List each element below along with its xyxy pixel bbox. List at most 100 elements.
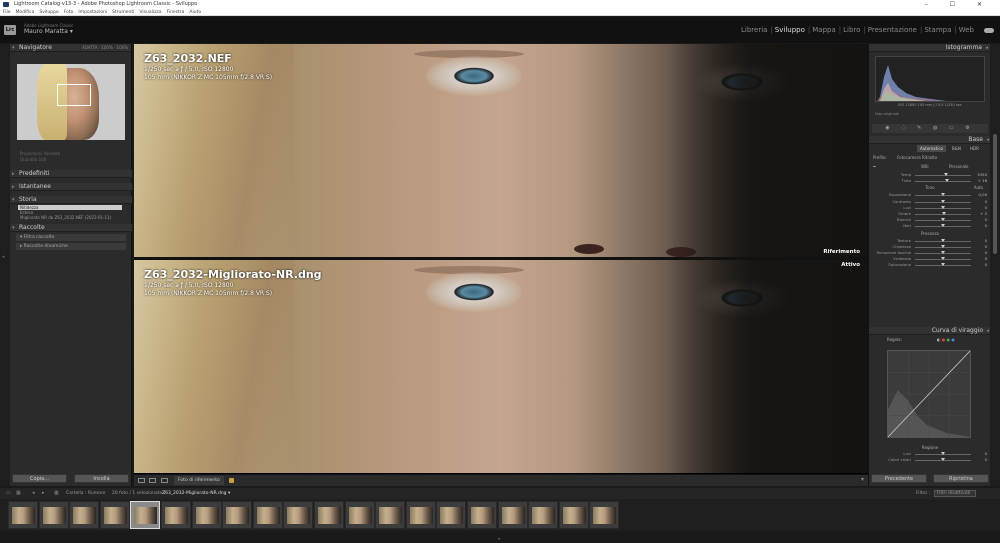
compare-viewer[interactable]: Z63_2032.NEF 1/250 sec a ƒ / 5,0, ISO 12… bbox=[134, 44, 868, 474]
filmstrip-thumbnail[interactable] bbox=[191, 501, 222, 529]
grid-icon[interactable]: ▦ bbox=[16, 488, 21, 499]
module-sviluppo[interactable]: Sviluppo bbox=[775, 26, 805, 34]
current-filename[interactable]: Z63_2032-Migliorato-NR.dng ▾ bbox=[162, 488, 230, 499]
compare-view-icon[interactable] bbox=[161, 478, 168, 483]
slider-knob[interactable] bbox=[941, 205, 945, 209]
tone-curve[interactable] bbox=[887, 350, 971, 438]
wb-eyedropper-icon[interactable]: ✒ bbox=[873, 162, 876, 172]
forward-icon[interactable]: ▸ bbox=[42, 488, 45, 499]
active-pane[interactable]: Z63_2032-Migliorato-NR.dng 1/250 sec a ƒ… bbox=[134, 260, 868, 473]
slider-value[interactable]: 0 bbox=[973, 223, 987, 229]
curve-channel-icons[interactable]: ◐ ● ● ● bbox=[937, 335, 955, 345]
slider-value[interactable]: 0,00 bbox=[973, 192, 987, 198]
menu-item[interactable]: Visualizza bbox=[139, 10, 161, 15]
slider-knob[interactable] bbox=[941, 211, 946, 215]
module-presentazione[interactable]: Presentazione bbox=[868, 26, 917, 34]
basic-header[interactable]: Base bbox=[869, 136, 991, 144]
mode-bw[interactable]: B&N bbox=[949, 145, 964, 152]
histogram-header[interactable]: Istogramma bbox=[869, 44, 990, 52]
module-libreria[interactable]: Libreria bbox=[741, 26, 767, 34]
slider-value[interactable]: + 16 bbox=[973, 178, 987, 184]
grid-view-icon[interactable]: ▦ bbox=[54, 488, 59, 499]
filmstrip-thumbnail[interactable] bbox=[497, 501, 528, 529]
slider-value[interactable]: 0 bbox=[973, 199, 987, 205]
slider-knob[interactable] bbox=[941, 199, 945, 203]
filmstrip-thumbnail[interactable] bbox=[222, 501, 253, 529]
lock-icon[interactable] bbox=[229, 478, 234, 483]
slider-knob[interactable] bbox=[941, 250, 945, 254]
previous-button[interactable]: Precedente bbox=[871, 474, 927, 483]
filmstrip-thumbnail[interactable] bbox=[161, 501, 191, 529]
profile-value[interactable]: Fotocamera Ritratto bbox=[897, 153, 937, 162]
filmstrip-thumbnail[interactable] bbox=[283, 501, 314, 529]
mode-hdr[interactable]: HDR bbox=[967, 145, 982, 152]
filmstrip-thumbnail[interactable] bbox=[252, 501, 283, 529]
slider-value[interactable]: 0 bbox=[973, 238, 987, 244]
slider-value[interactable]: 0 bbox=[973, 451, 987, 457]
module-web[interactable]: Web bbox=[959, 26, 974, 34]
left-edge-collapse[interactable] bbox=[0, 44, 10, 486]
collection-smart[interactable]: ▸ Raccolte dinamiche bbox=[16, 243, 126, 250]
filmstrip-thumbnail[interactable] bbox=[69, 501, 100, 529]
toolbar-menu-icon[interactable]: ▾ bbox=[861, 476, 864, 483]
slider-knob[interactable] bbox=[943, 173, 948, 176]
before-after-view-icon[interactable] bbox=[149, 478, 156, 483]
menu-item[interactable]: Finestra bbox=[167, 10, 185, 15]
filter-select[interactable]: Filtri disattivati bbox=[934, 490, 976, 497]
filmstrip-thumbnail[interactable] bbox=[589, 501, 620, 529]
slider-value[interactable]: 0 bbox=[973, 217, 987, 223]
module-mappa[interactable]: Mappa bbox=[812, 26, 836, 34]
filmstrip-thumbnail[interactable] bbox=[344, 501, 375, 529]
slider-knob[interactable] bbox=[945, 179, 950, 183]
folder-path[interactable]: Cartella : Rumore bbox=[66, 488, 105, 499]
presets-header[interactable]: Predefiniti bbox=[10, 170, 132, 178]
slider-knob[interactable] bbox=[941, 257, 945, 261]
navigator-zoom-options[interactable]: ADATTA · 100% · 100% bbox=[82, 44, 128, 52]
filmstrip-thumbnail[interactable] bbox=[8, 501, 38, 529]
copy-button[interactable]: Copia... bbox=[12, 474, 67, 483]
slider-track[interactable] bbox=[915, 181, 971, 183]
menu-item[interactable]: Modifica bbox=[16, 10, 35, 15]
filmstrip-thumbnail[interactable] bbox=[436, 501, 467, 529]
slider-knob[interactable] bbox=[941, 218, 945, 222]
slider-knob[interactable] bbox=[941, 224, 945, 228]
tool-strip[interactable]: ◉ ◌ ✎ ◍ ▭ ⚙ bbox=[872, 124, 988, 133]
slider-knob[interactable] bbox=[941, 458, 945, 462]
slider-value[interactable]: + 2 bbox=[973, 211, 987, 217]
menu-item[interactable]: Sviluppo bbox=[39, 10, 58, 15]
slider-value[interactable]: 0 bbox=[973, 262, 987, 268]
back-icon[interactable]: ◂ bbox=[32, 488, 35, 499]
reference-pane[interactable]: Z63_2032.NEF 1/250 sec a ƒ / 5,0, ISO 12… bbox=[134, 44, 868, 257]
slider-knob[interactable] bbox=[941, 263, 945, 267]
history-header[interactable]: Storia bbox=[10, 196, 132, 204]
mode-auto[interactable]: Automatico bbox=[917, 145, 946, 152]
histogram[interactable] bbox=[875, 56, 985, 102]
filmstrip-thumbnail[interactable] bbox=[528, 501, 559, 529]
filmstrip-thumbnail[interactable] bbox=[558, 501, 589, 529]
filmstrip-thumbnail[interactable] bbox=[375, 501, 406, 529]
navigator-preview[interactable] bbox=[17, 64, 125, 140]
reference-photo-button[interactable]: Foto di riferimento bbox=[174, 476, 224, 485]
filmstrip-thumbnail[interactable] bbox=[38, 501, 69, 529]
collection-filter[interactable]: ▾ Filtra raccolte bbox=[16, 234, 126, 241]
slider-value[interactable]: 0 bbox=[973, 250, 987, 256]
window-controls[interactable]: – ☐ ✕ bbox=[925, 0, 992, 9]
original-photo-toggle[interactable]: Foto originale bbox=[875, 112, 899, 116]
slider-value[interactable]: 0 bbox=[973, 205, 987, 211]
secondary-display-icon[interactable]: ▭ bbox=[6, 488, 11, 499]
menu-item[interactable]: File bbox=[3, 10, 11, 15]
menu-item[interactable]: Foto bbox=[64, 10, 74, 15]
module-stampa[interactable]: Stampa bbox=[924, 26, 951, 34]
filmstrip-thumbnail[interactable] bbox=[99, 501, 130, 529]
scrollbar-thumb[interactable] bbox=[993, 134, 997, 254]
slider-value[interactable]: 0 bbox=[973, 256, 987, 262]
right-scrollbar[interactable] bbox=[990, 44, 1000, 486]
snapshots-header[interactable]: Istantanee bbox=[10, 183, 132, 191]
filmstrip-thumbnail[interactable] bbox=[467, 501, 497, 529]
slider-knob[interactable] bbox=[941, 238, 945, 242]
history-item[interactable]: Migliorato NR da Z63_2032.NEF (2023-01-1… bbox=[20, 215, 122, 220]
navigator-header[interactable]: Navigatore ADATTA · 100% · 100% bbox=[10, 44, 131, 52]
wb-value[interactable]: Personale bbox=[949, 162, 968, 172]
filmstrip-thumbnail[interactable] bbox=[130, 501, 161, 529]
menu-item[interactable]: Strumenti bbox=[112, 10, 134, 15]
